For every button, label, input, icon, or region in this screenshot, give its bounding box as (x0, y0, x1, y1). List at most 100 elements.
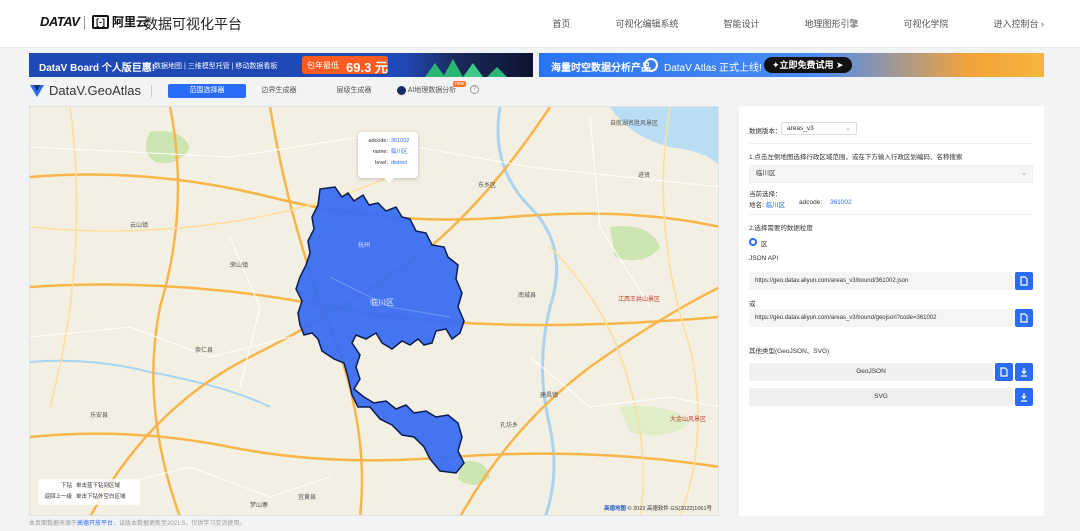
tab-ai-analysis[interactable]: AI地理数据分析 (407, 84, 457, 98)
copy-geojson-url-button[interactable] (1015, 309, 1033, 327)
nav-home[interactable]: 首页 (552, 17, 570, 30)
banner-title: DataV Board 个人版巨惠! (39, 63, 156, 74)
copy-icon (1020, 313, 1028, 323)
atlas-logo-icon (644, 58, 658, 72)
amap-logo: 高德地图 (604, 506, 627, 512)
help-back-text: 单击下钻外空白区域 (76, 494, 126, 500)
mountain-icon (443, 59, 463, 77)
geoatlas-toolbar: DataV.GeoAtlas 范围选择器 边界生成器 层级生成器 AI地理数据分… (29, 81, 1044, 103)
download-geojson-button[interactable] (1015, 363, 1033, 381)
logo-divider (84, 16, 85, 30)
region-tooltip: adcode: 361002 name: 临川区 level: district (358, 132, 418, 183)
nav-academy[interactable]: 可视化学院 (903, 17, 948, 30)
map-label: 抚州 (358, 241, 370, 249)
geojson-button[interactable]: GeoJSON (749, 363, 993, 381)
panel-divider (749, 214, 1033, 215)
step1-instruction: 1.点击左侧地图选择行政区域范围，或在下方输入行政区划编码、名称搜索 (749, 154, 963, 161)
map-label: 东乡区 (478, 181, 496, 189)
copy-json-api-button[interactable] (1015, 272, 1033, 290)
tooltip-adcode-key: adcode: (368, 138, 388, 144)
help-drilldown-key: 下钻 (60, 483, 72, 489)
tooltip-level-key: level: (375, 160, 388, 166)
other-types-label: 其他类型(GeoJSON、SVG) (749, 348, 830, 355)
map-label: 梦山寨 (250, 501, 268, 509)
mountain-icon (425, 63, 445, 77)
datav-logo[interactable]: DATAV (40, 14, 80, 29)
json-api-label: JSON API (749, 255, 779, 262)
footnote-text-after: ，该版本数据更新至2021.5，仅供学习交流使用。 (113, 521, 246, 527)
top-nav: DATAV [-] 阿里云 数据可视化平台 首页 可视化编辑系统 智能设计 地理图… (0, 0, 1080, 48)
map-canvas[interactable]: 自航湖名胜风景区 进贤 东乡区 临川区 江西王井山景区 大金山风景区 崇仁县 宜… (29, 106, 719, 516)
tab-range-selector[interactable]: 范围选择器 (168, 84, 246, 98)
footnote-text-before: 本页面数据来源于 (29, 521, 78, 527)
download-icon (1021, 368, 1027, 377)
amap-open-platform-link[interactable]: 高德开放平台 (77, 521, 113, 527)
map-label: 孔坊乡 (500, 421, 518, 429)
map-label: 乐安县 (90, 411, 108, 419)
map-label: 自航湖名胜风景区 (610, 119, 658, 127)
aliyun-bracket-icon: [-] (92, 15, 109, 29)
atlas-promo-banner[interactable]: 海量时空数据分析产品 DataV Atlas 正式上线! ✦立即免费试用 ➤ (539, 53, 1044, 77)
map-label: 临川区 (370, 297, 394, 307)
tab-boundary-generator[interactable]: 边界生成器 (240, 84, 318, 98)
help-drilldown-text: 单击蓝下钻到区域 (76, 483, 121, 489)
or-label: 或 (749, 301, 756, 308)
download-icon (1021, 393, 1027, 402)
download-svg-button[interactable] (1015, 388, 1033, 406)
version-select[interactable]: areas_v3 ⌄ (781, 122, 857, 135)
region-search-value: 临川区 (756, 170, 776, 177)
copy-icon (1020, 276, 1028, 286)
current-adcode-key: adcode: (799, 199, 823, 206)
help-icon[interactable]: ? (470, 85, 479, 94)
copy-icon (1000, 367, 1008, 377)
data-source-note: 本页面数据来源于高德开放平台，该版本数据更新至2021.5，仅供学习交流使用。 (29, 518, 245, 527)
current-selection-label: 当前选择： (749, 191, 782, 198)
board-promo-banner[interactable]: DataV Board 个人版巨惠! 数据地图 | 三维模型托管 | 移动数据看… (29, 53, 533, 77)
map-label: 荣山镇 (230, 261, 248, 269)
json-api-url-field[interactable]: https://geo.datav.aliyun.com/areas_v3/bo… (749, 272, 1013, 290)
map-label: 南城县 (518, 291, 536, 299)
geoatlas-logo-icon (30, 85, 44, 97)
map-attribution: 高德地图 © 2022 高德软件 GS(2022)1061号 (604, 504, 712, 512)
new-badge: new (453, 81, 467, 87)
svg-button[interactable]: SVG (749, 388, 1013, 406)
site-title: 数据可视化平台 (144, 16, 242, 32)
granularity-radio[interactable] (749, 238, 757, 246)
ai-icon (397, 86, 406, 95)
price-label: 包年最低 (307, 61, 339, 70)
tab-level-generator[interactable]: 层级生成器 (315, 84, 393, 98)
map-copyright: © 2022 高德软件 GS(2022)1061号 (627, 506, 712, 512)
banner-mountain-art (403, 53, 533, 77)
nav-smart-design[interactable]: 智能设计 (723, 17, 759, 30)
map-label: 大金山风景区 (670, 415, 706, 423)
tooltip-level-value: district (391, 160, 407, 166)
price-value: 69.3 元 (346, 60, 388, 75)
nav-geo-engine[interactable]: 地理图形引擎 (804, 17, 858, 30)
chevron-down-icon: ⌄ (1021, 170, 1027, 177)
map-label: 进贤 (638, 171, 650, 179)
banner-subtitle: 数据地图 | 三维模型托管 | 移动数据看板 (154, 63, 278, 70)
price-badge: 包年最低 69.3 元 (302, 56, 388, 75)
main-nav: 首页 可视化编辑系统 智能设计 地理图形引擎 可视化学院 进入控制台 › (507, 17, 1044, 30)
mountain-icon (487, 67, 507, 77)
current-name-value: 临川区 (765, 202, 786, 209)
nav-editor[interactable]: 可视化编辑系统 (615, 17, 678, 30)
free-trial-button[interactable]: ✦立即免费试用 ➤ (764, 57, 852, 73)
atlas-banner-brand: DataV Atlas 正式上线! (664, 63, 762, 74)
nav-console[interactable]: 进入控制台 › (994, 17, 1045, 30)
atlas-banner-text: 海量时空数据分析产品 (551, 63, 651, 74)
toolbar-divider (151, 85, 152, 97)
panel-divider (749, 143, 1033, 144)
map-label: 建昌镇 (540, 391, 558, 399)
map-label: 江西王井山景区 (618, 295, 660, 303)
geojson-url-field[interactable]: https://geo.datav.aliyun.com/areas_v3/bo… (749, 309, 1013, 327)
tooltip-name-key: name: (372, 149, 388, 155)
aliyun-logo[interactable]: [-] 阿里云 (92, 13, 148, 30)
current-adcode: adcode: 361002 (799, 199, 852, 206)
copy-geojson-button[interactable] (995, 363, 1013, 381)
granularity-label: 区 (761, 241, 768, 248)
map-label: 宜黄县 (298, 493, 316, 501)
aliyun-logo-text: 阿里云 (112, 15, 149, 29)
current-adcode-value: 361002 (829, 199, 852, 206)
region-search-select[interactable]: 临川区 ⌄ (749, 165, 1033, 183)
